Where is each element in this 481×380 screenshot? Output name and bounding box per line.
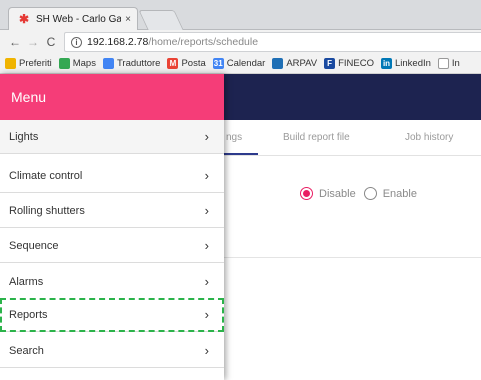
bookmark-posta[interactable]: M Posta [167,58,206,69]
radio-enable-label[interactable]: Enable [383,188,417,200]
menu-item-label: Alarms [9,275,44,288]
bookmark-maps[interactable]: Maps [58,58,96,69]
fineco-icon: F [324,58,336,69]
menu-item-search[interactable]: Search › [0,334,224,368]
menu-item-label: Rolling shutters [9,204,85,217]
side-menu: Menu Lights › Climate control › Rolling … [0,74,224,380]
chevron-right-icon: › [204,343,209,358]
linkedin-icon: in [381,58,392,69]
menu-item-lights[interactable]: Lights › [0,120,224,154]
bookmark-label: Posta [181,58,206,69]
page-icon [437,58,449,69]
maps-icon [58,58,70,69]
bookmark-preferiti[interactable]: Preferiti [5,58,52,69]
radio-enable[interactable] [363,187,377,200]
bookmarks-bar: Preferiti Maps Traduttore M Posta 31 Calen… [0,54,481,74]
translate-icon [102,58,114,69]
menu-item-label: Search [9,344,44,357]
tab-build-report-file[interactable]: Build report file [283,132,350,143]
chevron-right-icon: › [204,307,209,322]
chevron-right-icon: › [204,129,209,144]
radio-disable[interactable] [300,187,313,200]
bookmark-label: ARPAV [286,58,318,69]
bookmark-fineco[interactable]: F FINECO [324,58,374,69]
arpav-icon [272,58,284,69]
bookmark-label: FINECO [338,58,374,69]
close-tab-icon[interactable]: × [125,14,131,25]
calendar-icon: 31 [212,58,224,69]
radio-disable-label[interactable]: Disable [319,188,356,200]
bookmark-label: Calendar [226,58,266,69]
menu-item-sequence[interactable]: Sequence › [0,229,224,263]
menu-item-rolling-shutters[interactable]: Rolling shutters › [0,194,224,228]
bookmark-label: Preferiti [19,58,52,69]
info-icon[interactable]: i [71,36,82,48]
bookmark-label: LinkedIn [395,58,431,69]
gmail-icon: M [167,58,179,69]
browser-tab-title: SH Web - Carlo Gavazzi [36,13,122,25]
bookmark-calendar[interactable]: 31 Calendar [212,58,266,69]
content-divider [224,257,481,258]
url-path: /home/reports/schedule [148,36,259,48]
menu-title: Menu [0,74,224,120]
chevron-right-icon: › [204,203,209,218]
chevron-right-icon: › [204,274,209,289]
browser-tab[interactable]: ✱ SH Web - Carlo Gavazzi × [8,7,138,30]
menu-item-label: Lights [9,130,39,143]
tab-settings[interactable]: ngs [226,132,242,143]
bookmark-label: Maps [72,58,96,69]
forward-arrow-icon[interactable]: → [24,35,42,49]
tab-job-history[interactable]: Job history [405,132,453,143]
bookmark-label: In [451,58,460,69]
address-bar[interactable]: i 192.168.2.78/home/reports/schedule [64,32,481,52]
menu-item-climate-control[interactable]: Climate control › [0,159,224,193]
active-tab-indicator [224,153,258,155]
menu-item-label: Sequence [9,239,59,252]
url-host: 192.168.2.78 [87,36,149,48]
bookmark-label: Traduttore [116,58,161,69]
back-arrow-icon[interactable]: ← [6,35,24,49]
browser-toolbar: ← → C i 192.168.2.78/home/reports/schedu… [0,30,481,54]
schedule-radio-group: Disable Enable [300,187,425,200]
browser-tabstrip: ✱ SH Web - Carlo Gavazzi × [0,0,481,30]
menu-item-alarms[interactable]: Alarms › [0,265,224,299]
chevron-right-icon: › [204,168,209,183]
bookmark-page[interactable]: In [437,58,460,69]
reload-icon[interactable]: C [42,35,60,49]
menu-item-label: Reports [9,308,48,321]
menu-item-reports[interactable]: Reports › [0,298,224,332]
bookmark-linkedin[interactable]: in LinkedIn [381,58,431,69]
new-tab-button[interactable] [138,10,184,30]
folder-icon [5,58,16,69]
chevron-right-icon: › [204,238,209,253]
site-favicon-icon: ✱ [19,12,30,26]
menu-item-label: Climate control [9,169,83,182]
bookmark-arpav[interactable]: ARPAV [272,58,317,69]
bookmark-traduttore[interactable]: Traduttore [102,58,161,69]
